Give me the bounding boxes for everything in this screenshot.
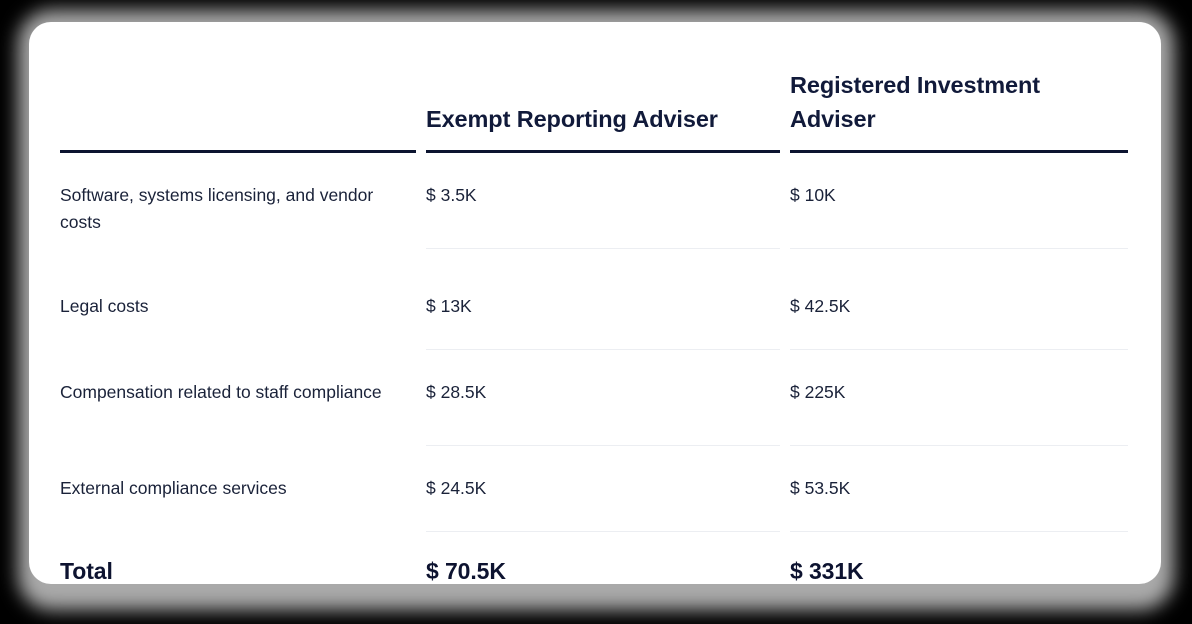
row-label-text: Compensation related to staff compliance: [60, 381, 382, 402]
row-label-text: Software, systems licensing, and vendor …: [60, 185, 374, 232]
total-value-ria-cell: $ 331K: [790, 532, 1128, 585]
total-label-cell: Total: [60, 532, 416, 585]
row-gap-2: [780, 153, 790, 264]
row-gap-2: [780, 350, 790, 446]
row-gap-1: [416, 153, 426, 264]
table-body: Software, systems licensing, and vendor …: [60, 153, 1128, 584]
total-gap-2: [780, 532, 790, 585]
row-value-ria-cell: $ 42.5K: [790, 264, 1128, 350]
total-value-ria-text: $ 331K: [790, 557, 864, 584]
table-wrapper: Exempt Reporting Adviser Registered Inve…: [60, 22, 1130, 584]
row-value-era-cell: $ 13K: [426, 264, 780, 350]
row-label-cell: External compliance services: [60, 446, 416, 532]
row-value-era-text: $ 3.5K: [426, 153, 780, 250]
table-row: Legal costs $ 13K $ 42.5K: [60, 264, 1128, 350]
row-value-ria-cell: $ 225K: [790, 350, 1128, 446]
total-gap-1: [416, 532, 426, 585]
row-value-ria-cell: $ 10K: [790, 153, 1128, 264]
row-value-ria-text: $ 53.5K: [790, 446, 1128, 532]
table-row: Compensation related to staff compliance…: [60, 350, 1128, 446]
row-value-era-cell: $ 24.5K: [426, 446, 780, 532]
cost-comparison-card: Exempt Reporting Adviser Registered Inve…: [29, 22, 1161, 584]
header-gap-2: [780, 22, 790, 153]
row-gap-2: [780, 264, 790, 350]
row-gap-2: [780, 446, 790, 532]
table-row: External compliance services $ 24.5K $ 5…: [60, 446, 1128, 532]
row-value-ria-text: $ 225K: [790, 350, 1128, 446]
row-gap-1: [416, 264, 426, 350]
row-label-cell: Software, systems licensing, and vendor …: [60, 153, 416, 264]
row-gap-1: [416, 446, 426, 532]
column-header-registered-investment-adviser-text: Registered Investment Adviser: [790, 22, 1128, 154]
row-label-cell: Legal costs: [60, 264, 416, 350]
total-value-era-cell: $ 70.5K: [426, 532, 780, 585]
column-header-label: [60, 22, 416, 154]
total-label-text: Total: [60, 557, 113, 584]
column-header-registered-investment-adviser: Registered Investment Adviser: [790, 22, 1128, 154]
cost-comparison-table: Exempt Reporting Adviser Registered Inve…: [60, 22, 1128, 584]
row-value-era-text: $ 28.5K: [426, 350, 780, 446]
table-header: Exempt Reporting Adviser Registered Inve…: [60, 22, 1128, 154]
column-header-exempt-reporting-adviser: Exempt Reporting Adviser: [426, 22, 780, 154]
row-value-ria-text: $ 42.5K: [790, 264, 1128, 350]
column-header-label-text: [60, 35, 416, 154]
row-value-era-cell: $ 3.5K: [426, 153, 780, 264]
row-label-text: External compliance services: [60, 477, 287, 498]
row-value-ria-cell: $ 53.5K: [790, 446, 1128, 532]
row-gap-1: [416, 350, 426, 446]
row-value-era-text: $ 13K: [426, 264, 780, 350]
header-gap-1: [416, 22, 426, 153]
row-value-era-text: $ 24.5K: [426, 446, 780, 532]
screenshot-stage: Exempt Reporting Adviser Registered Inve…: [0, 0, 1192, 624]
row-value-ria-text: $ 10K: [790, 153, 1128, 250]
table-header-row: Exempt Reporting Adviser Registered Inve…: [60, 22, 1128, 154]
column-header-exempt-reporting-adviser-text: Exempt Reporting Adviser: [426, 35, 780, 154]
row-label-text: Legal costs: [60, 296, 149, 317]
table-total-row: Total $ 70.5K $ 331K: [60, 532, 1128, 585]
total-value-era-text: $ 70.5K: [426, 557, 506, 584]
row-value-era-cell: $ 28.5K: [426, 350, 780, 446]
row-label-cell: Compensation related to staff compliance: [60, 350, 416, 446]
table-row: Software, systems licensing, and vendor …: [60, 153, 1128, 264]
